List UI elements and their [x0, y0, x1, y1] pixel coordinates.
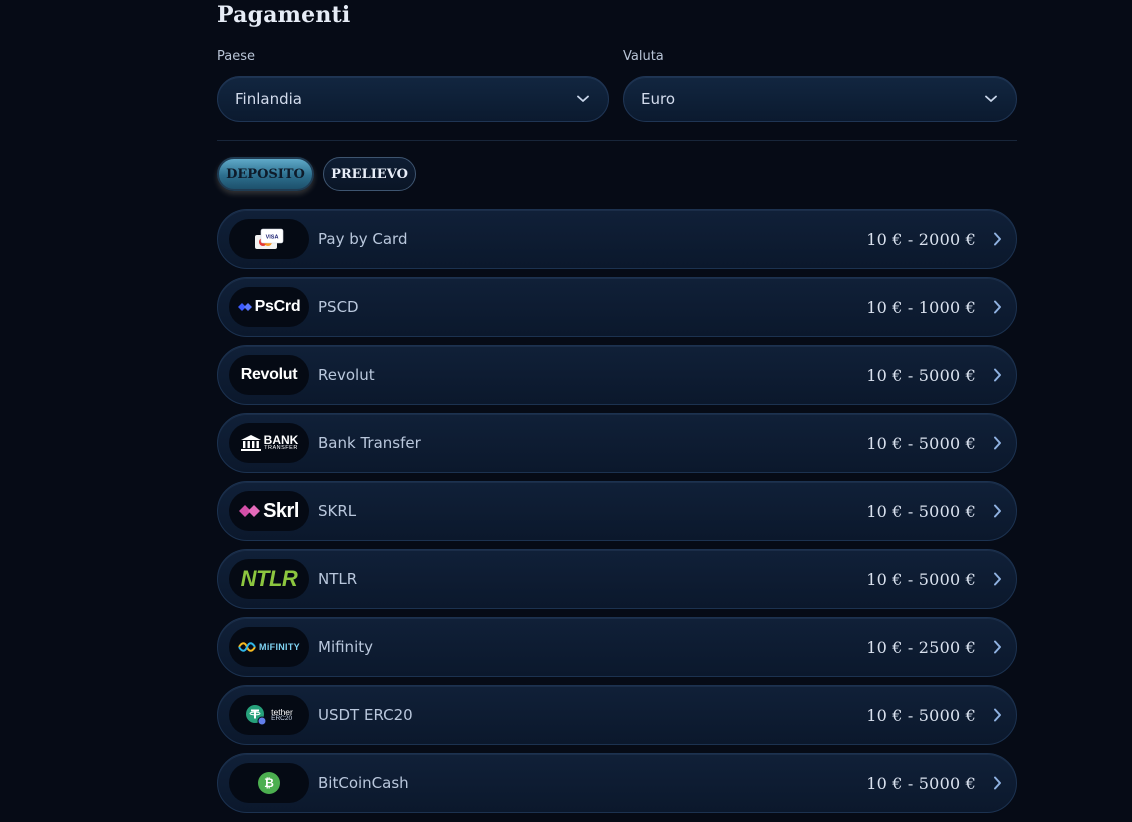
currency-label: Valuta: [623, 49, 664, 64]
method-limits: 10 € - 5000 €: [866, 773, 976, 793]
chevron-right-icon: [990, 775, 1004, 791]
revolut-logo: Revolut: [229, 355, 309, 395]
tether-logo: tether ERC20: [229, 695, 309, 735]
country-label: Paese: [217, 49, 255, 64]
method-limits: 10 € - 2500 €: [866, 637, 976, 657]
method-name: NTLR: [318, 570, 358, 588]
bitcoin-cash-logo: ₿: [229, 763, 309, 803]
method-name: Pay by Card: [318, 230, 408, 248]
country-select-value: Finlandia: [235, 90, 302, 108]
method-limits: 10 € - 5000 €: [866, 705, 976, 725]
bank-transfer-logo: BANK TRANSFER: [229, 423, 309, 463]
method-limits: 10 € - 2000 €: [866, 229, 976, 249]
pscrd-logo: PsCrd: [229, 287, 309, 327]
chevron-right-icon: [990, 571, 1004, 587]
transaction-tabs: DEPOSITO PRELIEVO: [217, 157, 416, 191]
tab-withdraw[interactable]: PRELIEVO: [323, 157, 416, 191]
payment-method-bank-transfer[interactable]: BANK TRANSFER Bank Transfer 10 € - 5000 …: [217, 413, 1017, 473]
ntlr-logo: NTLR: [229, 559, 309, 599]
chevron-right-icon: [990, 639, 1004, 655]
payment-method-mifinity[interactable]: MiFINITY Mifinity 10 € - 2500 €: [217, 617, 1017, 677]
payment-method-pay-by-card[interactable]: VISA Pay by Card 10 € - 2000 €: [217, 209, 1017, 269]
method-limits: 10 € - 5000 €: [866, 433, 976, 453]
tab-deposit[interactable]: DEPOSITO: [217, 157, 314, 191]
logo-text: VISA: [266, 235, 279, 241]
chevron-down-icon: [984, 92, 998, 106]
currency-select-value: Euro: [641, 90, 675, 108]
currency-select[interactable]: Euro: [623, 76, 1017, 122]
chevron-right-icon: [990, 367, 1004, 383]
method-name: USDT ERC20: [318, 706, 413, 724]
method-limits: 10 € - 5000 €: [866, 501, 976, 521]
payment-method-pscd[interactable]: PsCrd PSCD 10 € - 1000 €: [217, 277, 1017, 337]
method-name: Revolut: [318, 366, 375, 384]
method-name: SKRL: [318, 502, 357, 520]
mifinity-logo: MiFINITY: [229, 627, 309, 667]
payment-method-revolut[interactable]: Revolut Revolut 10 € - 5000 €: [217, 345, 1017, 405]
payments-page: Pagamenti Paese Valuta Finlandia Euro DE…: [0, 0, 1132, 822]
method-name: Bank Transfer: [318, 434, 421, 452]
method-limits: 10 € - 1000 €: [866, 297, 976, 317]
method-limits: 10 € - 5000 €: [866, 365, 976, 385]
skrl-logo: Skrl: [229, 491, 309, 531]
page-title: Pagamenti: [217, 2, 351, 28]
method-limits: 10 € - 5000 €: [866, 569, 976, 589]
payment-method-bitcoincash[interactable]: ₿ BitCoinCash 10 € - 5000 €: [217, 753, 1017, 813]
payment-method-usdt-erc20[interactable]: tether ERC20 USDT ERC20 10 € - 5000 €: [217, 685, 1017, 745]
chevron-right-icon: [990, 231, 1004, 247]
chevron-right-icon: [990, 707, 1004, 723]
country-select[interactable]: Finlandia: [217, 76, 609, 122]
section-divider: [217, 140, 1017, 141]
method-name: Mifinity: [318, 638, 373, 656]
payment-method-skrl[interactable]: Skrl SKRL 10 € - 5000 €: [217, 481, 1017, 541]
payment-method-ntlr[interactable]: NTLR NTLR 10 € - 5000 €: [217, 549, 1017, 609]
method-name: PSCD: [318, 298, 359, 316]
payment-methods-list: VISA Pay by Card 10 € - 2000 € PsCrd PSC…: [217, 209, 1017, 821]
method-name: BitCoinCash: [318, 774, 409, 792]
chevron-right-icon: [990, 503, 1004, 519]
chevron-down-icon: [576, 92, 590, 106]
chevron-right-icon: [990, 299, 1004, 315]
card-icon: VISA: [229, 219, 309, 259]
chevron-right-icon: [990, 435, 1004, 451]
